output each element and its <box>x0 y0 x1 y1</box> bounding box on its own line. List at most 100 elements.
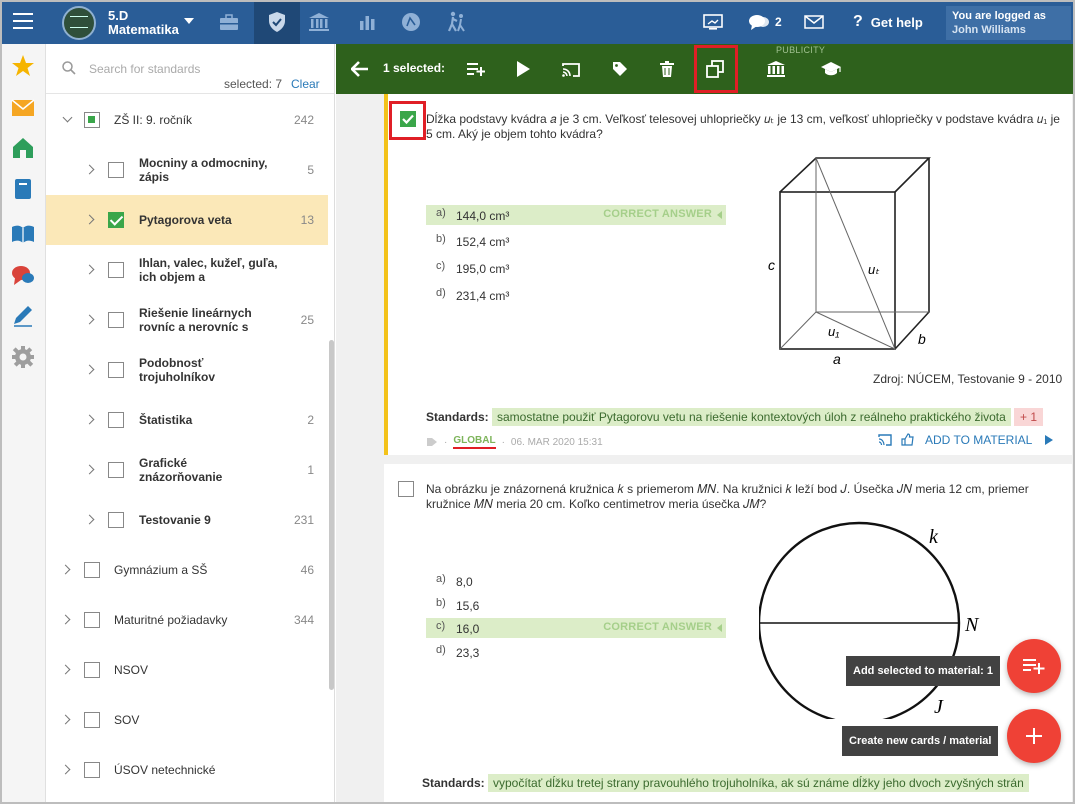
chevron-down-icon[interactable] <box>62 112 73 123</box>
messages-button[interactable]: 2 <box>748 0 782 44</box>
chevron-right-icon[interactable] <box>60 714 71 725</box>
tag-icon[interactable] <box>606 56 634 82</box>
add-selected-fab[interactable] <box>1007 639 1061 693</box>
chevron-right-icon[interactable] <box>60 664 71 675</box>
mail-icon[interactable] <box>11 96 35 120</box>
create-fab[interactable] <box>1007 709 1061 763</box>
checkbox[interactable] <box>84 662 100 678</box>
checkbox[interactable] <box>108 512 124 528</box>
tree-count: 46 <box>300 563 314 577</box>
checkbox[interactable] <box>108 362 124 378</box>
question-card-selected[interactable]: Dĺžka podstavy kvádra 𝑎 je 3 cm. Veľkosť… <box>384 94 1072 455</box>
chevron-right-icon[interactable] <box>84 364 95 375</box>
chevron-right-icon[interactable] <box>60 764 71 775</box>
chevron-down-icon[interactable] <box>184 18 194 24</box>
checkbox[interactable] <box>84 762 100 778</box>
notebook-icon[interactable] <box>11 177 35 201</box>
tree-row[interactable]: Mocniny a odmocniny, zápis 5 <box>46 145 328 195</box>
mail-icon[interactable] <box>804 0 824 44</box>
checkbox[interactable] <box>108 162 124 178</box>
source-text: Zdroj: NÚCEM, Testovanie 9 - 2010 <box>873 372 1063 386</box>
institution-icon[interactable] <box>762 56 790 82</box>
tree-count: 242 <box>293 113 314 127</box>
cast-screen-icon[interactable] <box>703 0 723 44</box>
hiking-icon[interactable] <box>434 0 480 44</box>
tree-row[interactable]: Riešenie lineárnych rovníc a nerovníc s … <box>46 295 328 345</box>
checkbox[interactable] <box>84 612 100 628</box>
graduation-cap-icon[interactable] <box>817 56 845 82</box>
chevron-right-icon[interactable] <box>84 414 95 425</box>
open-book-icon[interactable] <box>11 222 35 246</box>
tree-row[interactable]: Gymnázium a SŠ 46 <box>46 545 328 595</box>
tree-row[interactable]: Testovanie 9 231 <box>46 495 328 545</box>
standard-tag[interactable]: samostatne použiť Pytagorovu vetu na rie… <box>492 408 1011 426</box>
chevron-right-icon[interactable] <box>84 514 95 525</box>
help-label: Get help <box>870 14 923 30</box>
visibility-label: GLOBAL <box>453 435 496 449</box>
answer-value: 16,0 <box>456 622 480 636</box>
institution-icon[interactable] <box>296 0 342 44</box>
chevron-right-icon[interactable] <box>84 164 95 175</box>
chevron-right-icon[interactable] <box>84 264 95 275</box>
clear-button[interactable]: Clear <box>291 77 320 91</box>
checkbox[interactable] <box>84 112 100 128</box>
tree-row[interactable]: Podobnosť trojuholníkov <box>46 345 328 395</box>
compass-icon[interactable] <box>388 0 434 44</box>
tree-row[interactable]: ÚSOV netechnické <box>46 745 328 795</box>
star-icon[interactable] <box>11 54 35 78</box>
tree-row[interactable]: Ihlan, valec, kužeľ, guľa, ich objem a <box>46 245 328 295</box>
back-arrow-icon[interactable] <box>346 56 374 82</box>
tree-row-selected[interactable]: Pytagorova veta 13 <box>46 195 328 245</box>
checkbox[interactable] <box>108 262 124 278</box>
user-box[interactable]: You are logged as John Williams <box>946 6 1071 40</box>
answer-value: 15,6 <box>456 599 480 613</box>
checkbox[interactable] <box>108 462 124 478</box>
answer-option: d) 231,4 cm³ <box>426 285 726 305</box>
home-icon[interactable] <box>11 136 35 160</box>
help-button[interactable]: ? Get help <box>853 0 923 44</box>
tree-row[interactable]: SOV <box>46 695 328 745</box>
checkbox[interactable] <box>84 712 100 728</box>
bar-chart-icon[interactable] <box>344 0 390 44</box>
tree-row[interactable]: NSOV <box>46 645 328 695</box>
class-logo[interactable] <box>62 6 96 40</box>
briefcase-icon[interactable] <box>206 0 252 44</box>
checkbox-checked[interactable] <box>108 212 124 228</box>
tree-row[interactable]: Štatistika 2 <box>46 395 328 445</box>
tree-row[interactable]: ZŠ II: 9. ročník 242 <box>46 95 328 145</box>
gear-icon[interactable] <box>11 345 35 369</box>
playlist-add-icon[interactable] <box>462 56 490 82</box>
tree-label: Štatistika <box>139 413 193 427</box>
card-checkbox[interactable] <box>398 481 414 497</box>
chevron-right-icon[interactable] <box>60 564 71 575</box>
pen-icon[interactable] <box>11 303 35 327</box>
play-icon[interactable] <box>1044 434 1054 446</box>
shield-icon[interactable] <box>254 0 300 44</box>
more-standards-badge[interactable]: + 1 <box>1014 408 1044 426</box>
tree-row[interactable]: Grafické znázorňovanie 1 <box>46 445 328 495</box>
tree-label: Riešenie lineárnych rovníc a nerovníc s <box>139 306 252 334</box>
tag-icon[interactable] <box>426 437 438 447</box>
play-icon[interactable] <box>509 56 537 82</box>
search-input[interactable]: Search for standards <box>89 62 200 76</box>
checkbox[interactable] <box>84 562 100 578</box>
menu-icon[interactable] <box>13 13 33 31</box>
standards-label: Standards: <box>426 410 489 424</box>
chevron-right-icon[interactable] <box>84 464 95 475</box>
sidebar-scrollbar[interactable] <box>329 340 334 690</box>
thumbs-up-icon[interactable] <box>901 433 914 446</box>
standard-tag[interactable]: vypočítať dĺžku tretej strany pravouhléh… <box>488 774 1029 792</box>
tree-row[interactable]: Maturitné požiadavky 344 <box>46 595 328 645</box>
trash-icon[interactable] <box>653 56 681 82</box>
chevron-right-icon[interactable] <box>60 614 71 625</box>
add-to-material-link[interactable]: ADD TO MATERIAL <box>925 433 1032 447</box>
chevron-right-icon[interactable] <box>84 314 95 325</box>
class-selector[interactable]: 5.D Matematika <box>108 9 179 37</box>
chat-icon[interactable] <box>11 264 35 288</box>
cast-icon[interactable] <box>557 56 585 82</box>
cast-icon[interactable] <box>878 434 892 446</box>
checkbox[interactable] <box>108 412 124 428</box>
checkbox[interactable] <box>108 312 124 328</box>
chevron-right-icon[interactable] <box>84 214 95 225</box>
subject-label: Matematika <box>108 22 179 37</box>
